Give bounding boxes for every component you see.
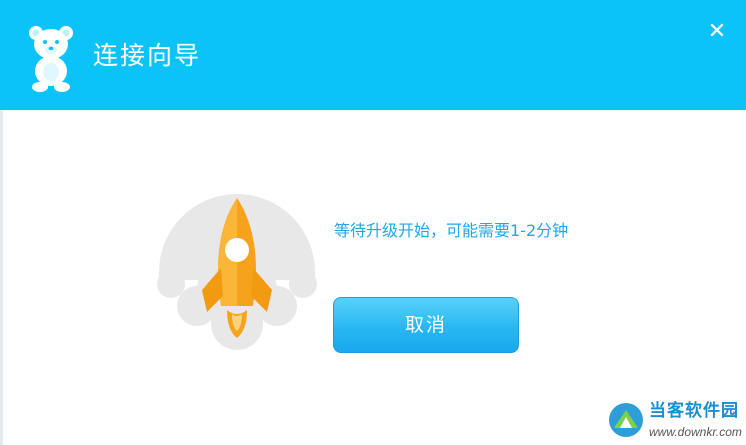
title-bar: 连接向导 ✕ — [0, 0, 746, 110]
upgrade-status-text: 等待升级开始，可能需要1-2分钟 — [334, 221, 569, 240]
bear-logo-icon — [29, 26, 73, 92]
rocket-icon — [157, 194, 317, 350]
window-title: 连接向导 — [93, 41, 202, 70]
close-icon[interactable]: ✕ — [703, 18, 731, 46]
cancel-button[interactable]: 取消 — [333, 297, 519, 353]
watermark: 当客软件园 www.downkr.com — [600, 398, 746, 445]
downkr-logo-icon — [609, 403, 643, 437]
window-left-edge — [0, 110, 3, 445]
watermark-name: 当客软件园 — [649, 401, 739, 421]
watermark-url: www.downkr.com — [649, 425, 742, 439]
